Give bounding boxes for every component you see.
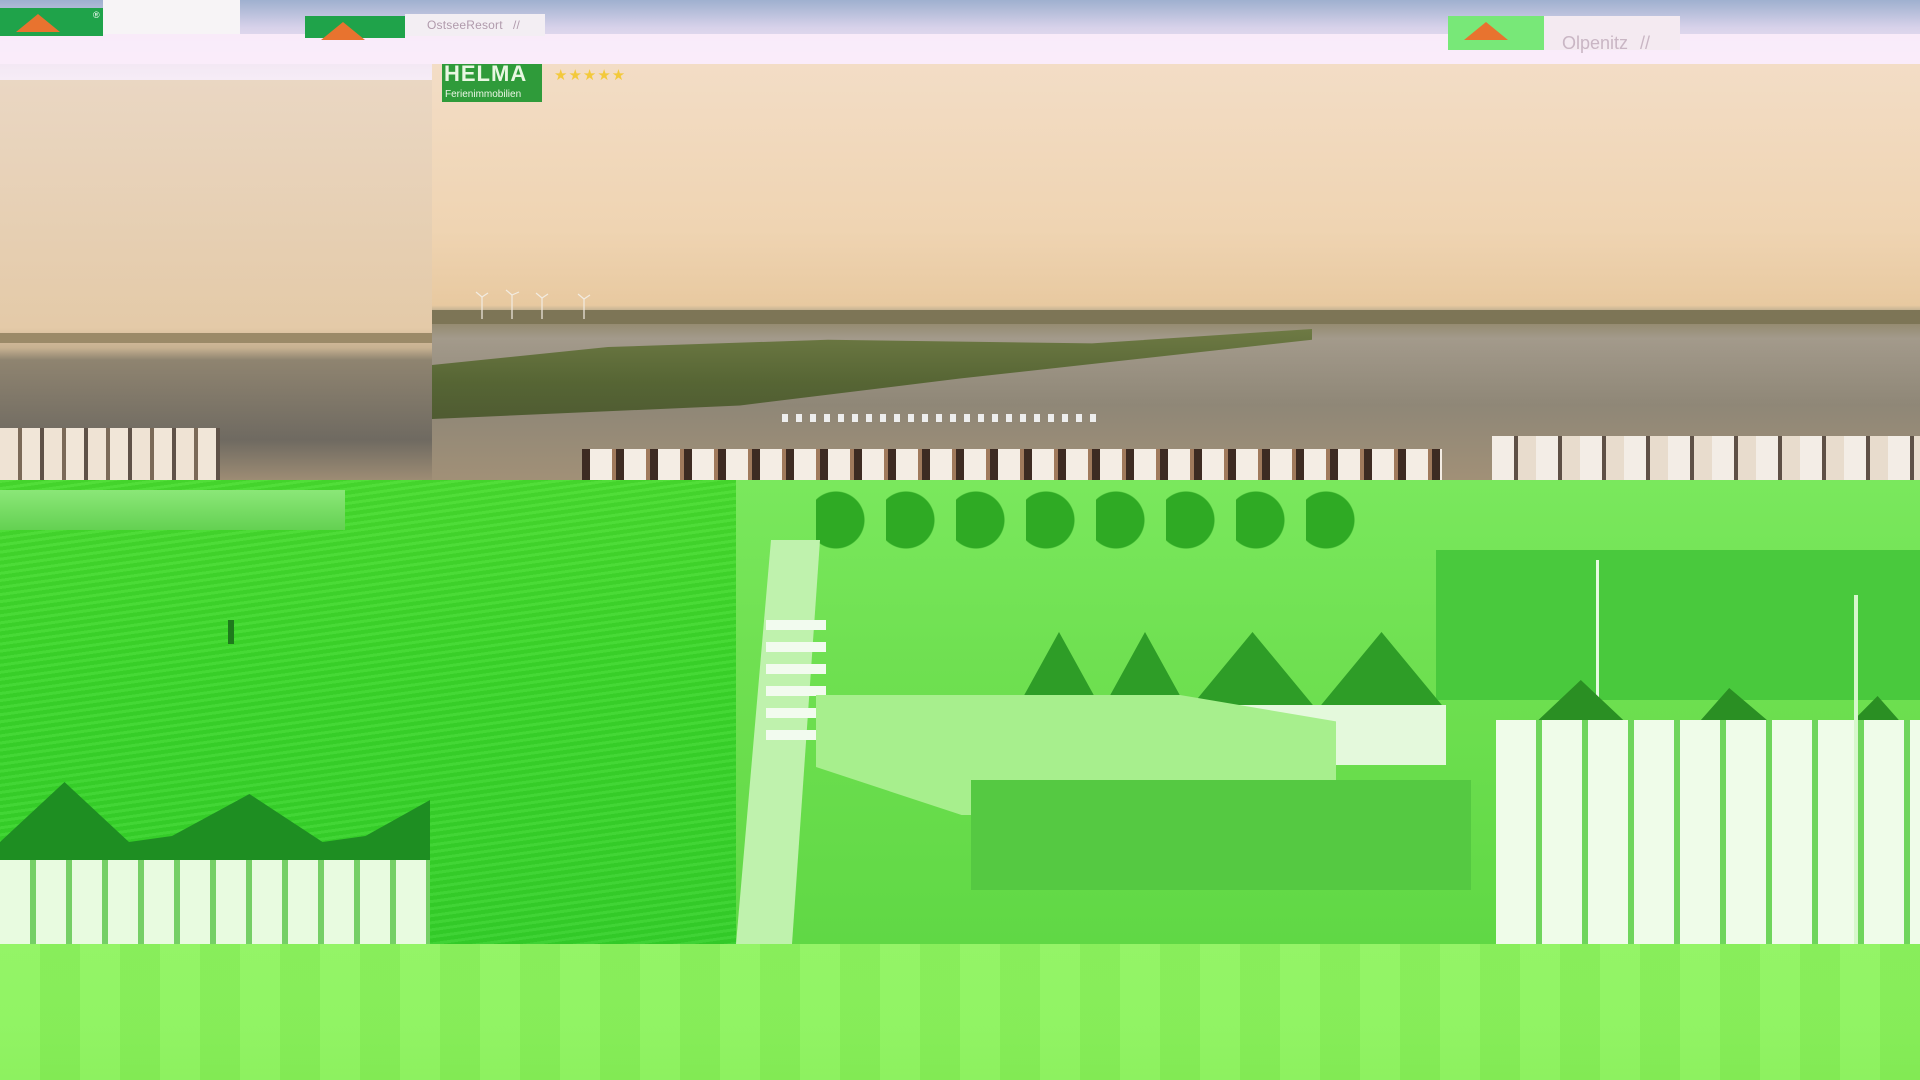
boats-row bbox=[782, 414, 1102, 422]
roof-icon bbox=[321, 22, 365, 40]
logo-tile-left bbox=[0, 8, 103, 36]
tree-line bbox=[816, 480, 1376, 590]
brand-subtitle: Ferienimmobilien bbox=[445, 89, 522, 100]
row-houses bbox=[582, 449, 1442, 480]
location-label: Olpenitz bbox=[1562, 33, 1629, 53]
logo-tile-center bbox=[305, 16, 405, 40]
rating-stars: ★★★★★ bbox=[554, 67, 627, 84]
webcam-panel-bay-panorama bbox=[432, 64, 1920, 480]
resort-label: OstseeResort bbox=[427, 18, 503, 32]
bottom-texture bbox=[0, 944, 1920, 1080]
windmills-icon bbox=[475, 289, 591, 319]
flag-pole bbox=[1854, 595, 1858, 944]
location-tab: Olpenitz // bbox=[1544, 16, 1680, 53]
resort-slash: // bbox=[513, 18, 521, 32]
webcam-panel-water bbox=[0, 480, 736, 944]
registered-mark: ® bbox=[93, 10, 100, 20]
logo-tile-right bbox=[1448, 16, 1544, 50]
location-slash: // bbox=[1640, 33, 1651, 53]
bottom-band bbox=[0, 944, 1920, 1080]
far-shoreline bbox=[0, 333, 432, 343]
roof-icon bbox=[1464, 22, 1508, 40]
roof-icon bbox=[16, 14, 60, 32]
mooring-post bbox=[228, 620, 234, 644]
harbor-water bbox=[1436, 550, 1920, 700]
webcam-panel-harbor bbox=[736, 480, 1920, 944]
resort-tab: OstseeResort // bbox=[405, 14, 545, 36]
webcam-panel-bay-left bbox=[0, 80, 432, 480]
houses-row bbox=[0, 428, 220, 480]
brand-name: HELMA bbox=[444, 61, 528, 86]
pier bbox=[0, 490, 345, 530]
house-walls bbox=[0, 860, 430, 944]
far-shoreline bbox=[432, 310, 1920, 324]
helma-logo: HELMA Ferienimmobilien bbox=[442, 61, 542, 102]
sailboat-mast bbox=[1596, 560, 1599, 710]
houses-right bbox=[1492, 436, 1920, 480]
hall-wall bbox=[971, 780, 1471, 890]
green-spit bbox=[432, 329, 1312, 419]
white-tab bbox=[103, 0, 240, 34]
townhouse-roofs bbox=[1016, 632, 1446, 710]
